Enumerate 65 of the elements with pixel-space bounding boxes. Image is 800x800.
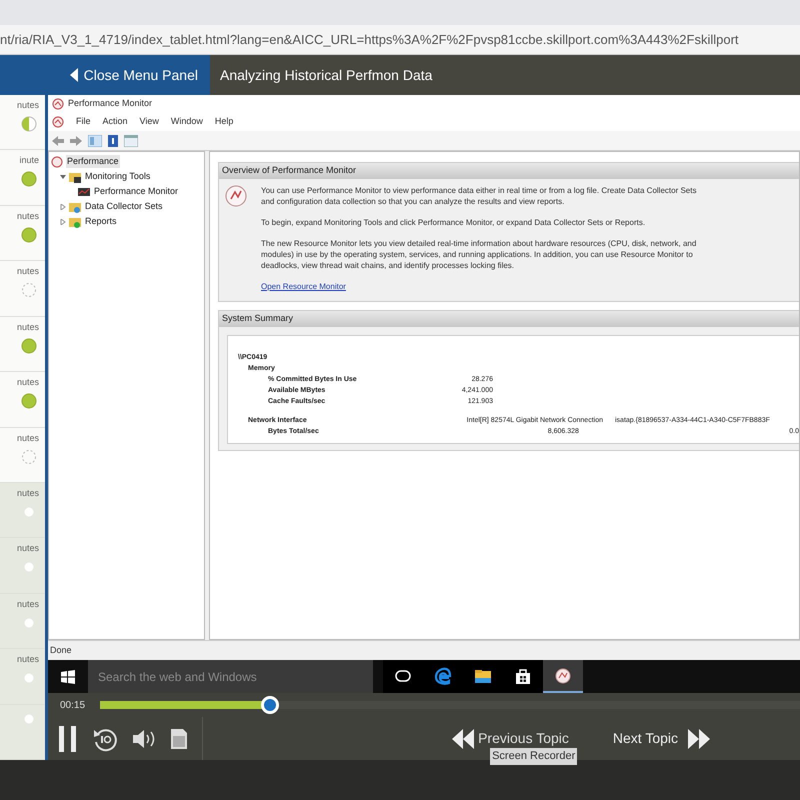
collapse-arrow-icon[interactable] bbox=[60, 174, 66, 180]
menu-item[interactable]: nutes bbox=[0, 428, 45, 483]
menu-item[interactable]: nutes bbox=[0, 372, 45, 428]
back-arrow-icon[interactable] bbox=[52, 136, 64, 146]
overview-paragraph: To begin, expand Monitoring Tools and click Performance Monitor, or expand Data Collector Sets or Reports. bbox=[261, 217, 646, 228]
app-icon bbox=[554, 666, 572, 684]
app-icon bbox=[52, 98, 64, 110]
section-title: System Summary bbox=[222, 312, 294, 326]
help-icon[interactable] bbox=[108, 134, 118, 146]
double-right-arrow-icon bbox=[688, 728, 710, 748]
app-icon bbox=[225, 185, 247, 207]
menu-item[interactable]: Window bbox=[170, 115, 203, 129]
folder-icon bbox=[69, 200, 81, 212]
menu-item[interactable]: View bbox=[140, 115, 159, 129]
monitor-icon bbox=[78, 186, 90, 198]
lesson-title: Analyzing Historical Perfmon Data bbox=[220, 66, 432, 85]
forward-arrow-icon[interactable] bbox=[70, 136, 82, 146]
menu-item[interactable]: nutes bbox=[0, 206, 45, 262]
overview-paragraph: The new Resource Monitor lets you view detailed real-time information about hardware resources (CPU, disk, network, and modules) in use by the operating system, services, and running applications. In addition, you can use Resource Monitor to deadlocks, view thread wait chains, and identify processes locking files. bbox=[261, 238, 696, 271]
document-icon bbox=[170, 728, 188, 750]
open-resource-monitor-link[interactable]: Open Resource Monitor bbox=[261, 281, 346, 293]
progress-track[interactable] bbox=[100, 696, 800, 714]
volume-button[interactable] bbox=[132, 728, 156, 748]
menu-item[interactable]: nutes bbox=[0, 316, 45, 372]
menu-item[interactable]: nutes bbox=[0, 95, 45, 150]
tree-item[interactable]: Data Collector Sets bbox=[84, 200, 164, 214]
tooltip: Screen Recorder bbox=[490, 748, 578, 764]
section-title: Overview of Performance Monitor bbox=[222, 164, 356, 178]
expand-arrow-icon[interactable] bbox=[60, 218, 66, 224]
transcript-button[interactable] bbox=[170, 728, 188, 750]
edge-browser-icon bbox=[434, 666, 452, 684]
tree-item[interactable]: Performance Monitor bbox=[93, 184, 180, 198]
shopping-bag-icon bbox=[514, 666, 532, 684]
double-left-arrow-icon bbox=[452, 728, 474, 748]
taskbar-app-button[interactable] bbox=[543, 660, 583, 693]
pause-button[interactable] bbox=[58, 724, 78, 752]
caret-icon bbox=[70, 68, 78, 82]
search-field[interactable]: Search the web and Windows bbox=[88, 660, 373, 693]
overview-paragraph: You can use Performance Monitor to view performance data either in real time or from a log file. Create Data Collector Sets and configuration data collection so that you can analyze the results and view reports. bbox=[261, 185, 696, 207]
tree-item[interactable]: Performance bbox=[66, 154, 120, 168]
window-title: Performance Monitor bbox=[68, 97, 152, 110]
menu-item[interactable]: Action bbox=[102, 115, 128, 129]
menu-item[interactable]: Help bbox=[214, 115, 234, 129]
folder-icon bbox=[69, 170, 81, 182]
menu-item[interactable]: nutes bbox=[0, 649, 45, 705]
pause-icon bbox=[58, 724, 78, 752]
windows-logo-icon bbox=[61, 670, 75, 684]
elapsed-time: 00:15 bbox=[60, 698, 86, 712]
expand-arrow-icon[interactable] bbox=[60, 204, 66, 210]
tree-item[interactable]: Reports bbox=[84, 214, 118, 228]
speaker-icon bbox=[132, 728, 156, 748]
close-menu-panel-button[interactable]: Close Menu Panel bbox=[0, 55, 210, 95]
app-icon bbox=[52, 116, 64, 128]
next-topic-button[interactable]: Next Topic bbox=[612, 728, 710, 749]
menu-item[interactable]: nutes bbox=[0, 594, 45, 650]
app-icon bbox=[51, 156, 63, 168]
menu-item[interactable]: nutes bbox=[0, 261, 45, 317]
menu-item[interactable]: inute bbox=[0, 150, 45, 206]
status-text: Done bbox=[50, 644, 72, 657]
menu-item[interactable]: File bbox=[76, 115, 91, 129]
menu-item[interactable]: nutes bbox=[0, 482, 45, 538]
menu-item[interactable]: nutes bbox=[0, 538, 45, 594]
folder-icon bbox=[69, 216, 81, 228]
tree-item[interactable]: Monitoring Tools bbox=[84, 170, 152, 184]
progress-handle[interactable] bbox=[261, 696, 280, 714]
